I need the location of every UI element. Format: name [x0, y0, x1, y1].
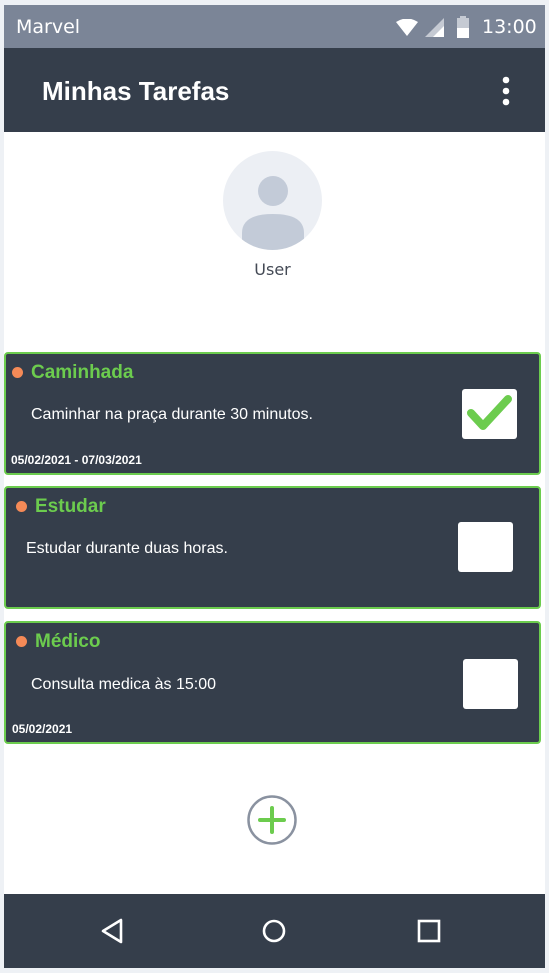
user-avatar-icon: [242, 176, 304, 250]
task-date: 05/02/2021 - 07/03/2021: [11, 453, 142, 467]
phone-screen: Marvel 13:00 Minhas Tarefas User Caminha…: [4, 5, 545, 968]
task-card[interactable]: Médico Consulta medica às 15:00 05/02/20…: [4, 621, 541, 744]
task-description: Estudar durante duas horas.: [26, 540, 228, 557]
task-title: Caminhada: [31, 362, 134, 383]
more-vert-icon[interactable]: [494, 74, 518, 108]
wifi-icon: [396, 19, 418, 36]
avatar[interactable]: [223, 151, 322, 250]
checkmark-icon: [467, 395, 512, 430]
task-title: Médico: [35, 631, 101, 652]
navigation-bar: [4, 894, 545, 968]
task-card[interactable]: Caminhada Caminhar na praça durante 30 m…: [4, 352, 541, 475]
page-title: Minhas Tarefas: [42, 76, 230, 106]
battery-icon: [457, 16, 469, 38]
status-bar: Marvel 13:00: [4, 5, 545, 48]
task-checkbox[interactable]: [463, 659, 518, 709]
carrier-name: Marvel: [16, 16, 81, 38]
task-title: Estudar: [35, 496, 106, 517]
task-checkbox[interactable]: [462, 389, 517, 439]
priority-dot: [16, 501, 27, 512]
task-checkbox[interactable]: [458, 522, 513, 572]
back-icon[interactable]: [98, 916, 128, 946]
signal-icon: [425, 18, 444, 37]
priority-dot: [16, 636, 27, 647]
home-icon[interactable]: [259, 916, 289, 946]
priority-dot: [12, 367, 23, 378]
user-name: User: [254, 260, 291, 279]
recents-icon[interactable]: [414, 916, 444, 946]
app-bar: Minhas Tarefas: [4, 48, 545, 132]
task-date: 05/02/2021: [12, 722, 73, 736]
task-description: Consulta medica às 15:00: [31, 676, 216, 693]
task-description: Caminhar na praça durante 30 minutos.: [31, 406, 313, 423]
add-circle-icon[interactable]: [247, 795, 297, 845]
clock-time: 13:00: [482, 16, 537, 38]
task-card[interactable]: Estudar Estudar durante duas horas.: [4, 486, 541, 609]
